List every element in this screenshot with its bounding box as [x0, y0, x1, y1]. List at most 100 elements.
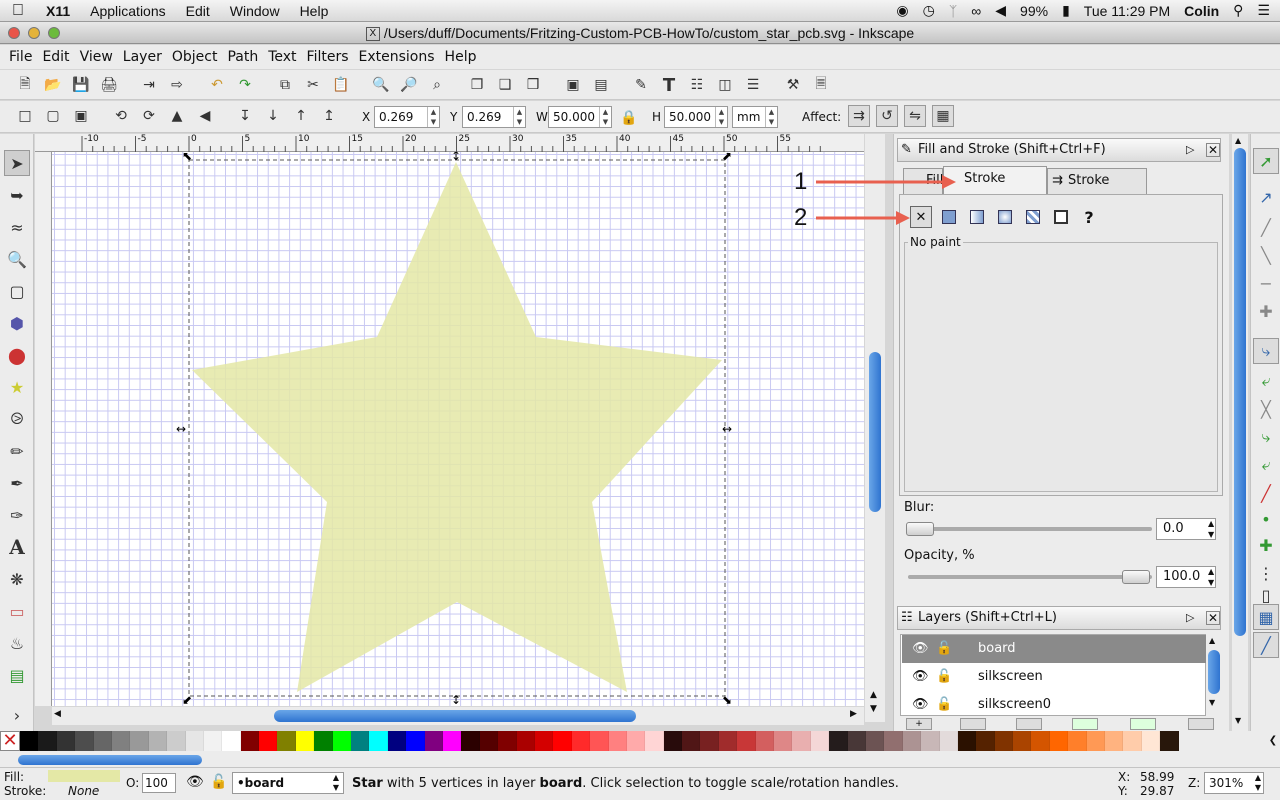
swatch-button[interactable] [1050, 206, 1072, 228]
snap-nodes-icon[interactable]: ⤷ [1253, 338, 1279, 364]
palette-swatch[interactable] [1086, 731, 1106, 751]
raise-layer-button[interactable] [1016, 718, 1042, 730]
palette-scrollbar[interactable] [0, 753, 1280, 767]
apple-icon[interactable]:  [0, 2, 36, 20]
sync-icon[interactable]: ∞ [971, 3, 981, 19]
palette-swatch[interactable] [203, 731, 223, 751]
opacity-slider-track[interactable] [908, 575, 1152, 579]
handle-top-left[interactable]: ⬉ [182, 152, 192, 163]
unit-dropdown-arrows[interactable]: ▲ ▼ [765, 107, 777, 127]
flip-horizontal-icon[interactable]: ▲ [166, 105, 188, 127]
opacity-spin-arrows[interactable]: ▲ ▼ [1208, 566, 1214, 588]
layer-row-board[interactable]: 👁 🔓 board [902, 635, 1206, 663]
visibility-eye-icon[interactable]: 👁 [912, 691, 929, 715]
menu-layer[interactable]: Layer [118, 49, 167, 65]
ungroup-icon[interactable]: ▤ [590, 74, 612, 96]
blur-slider-track[interactable] [908, 527, 1152, 531]
duplicate-icon[interactable]: ❐ [466, 74, 488, 96]
palette-menu-icon[interactable]: ❮ [1266, 731, 1280, 753]
snap-bbox-midpoints-icon[interactable]: − [1253, 270, 1279, 296]
raise-icon[interactable]: ↑ [290, 105, 312, 127]
snap-cusp-nodes-icon[interactable]: ⤷ [1253, 424, 1279, 450]
tweak-tool-icon[interactable]: ≈ [4, 214, 30, 240]
mac-menu-window[interactable]: Window [220, 3, 290, 19]
menu-help[interactable]: Help [440, 49, 482, 65]
layer-row-silkscreen0[interactable]: 👁 🔓 silkscreen0 [902, 691, 1206, 715]
palette-swatch[interactable] [111, 731, 131, 751]
mac-menu-help[interactable]: Help [290, 3, 339, 19]
remove-layer-button[interactable] [1188, 718, 1214, 730]
mac-menu-edit[interactable]: Edit [176, 3, 220, 19]
snap-paths-icon[interactable]: ⤶ [1253, 368, 1279, 394]
snap-bbox-edges-icon[interactable]: ╱ [1253, 214, 1279, 240]
hscroll-right-arrow[interactable]: ▶ [850, 709, 857, 719]
snap-bbox-centers-icon[interactable]: ✚ [1253, 298, 1279, 324]
xml-editor-icon[interactable]: ◫ [714, 74, 736, 96]
menu-file[interactable]: File [4, 49, 37, 65]
new-document-icon[interactable]: 🗎 [14, 74, 36, 96]
layers-scroll-up[interactable]: ▲ [1209, 636, 1215, 645]
lower-to-bottom-icon[interactable]: ↧ [234, 105, 256, 127]
lower-icon[interactable]: ↓ [262, 105, 284, 127]
visibility-toggle-icon[interactable]: 👁 [186, 774, 204, 790]
dock-scroll-down[interactable]: ▼ [1235, 716, 1241, 725]
snap-enable-icon[interactable]: ➚ [1253, 148, 1279, 174]
rectangle-tool-icon[interactable]: ▢ [4, 278, 30, 304]
blur-field[interactable]: 0.0 [1156, 518, 1216, 540]
palette-swatch[interactable] [20, 731, 39, 751]
canvas-horizontal-scrollbar[interactable]: ◀ ▶ [52, 707, 864, 725]
handle-bottom[interactable]: ↕ [451, 693, 461, 706]
toolbox-more-icon[interactable]: › [4, 702, 30, 728]
affect-rounded-corners-icon[interactable]: ↺ [876, 105, 898, 127]
palette-swatch[interactable] [295, 731, 315, 751]
clock[interactable]: Tue 11:29 PM [1084, 3, 1170, 19]
handle-top-right[interactable]: ⬈ [722, 152, 732, 163]
current-layer-select[interactable]: •board ▲ ▼ [232, 772, 344, 794]
fill-stroke-panel-header[interactable]: ✎ Fill and Stroke (Shift+Ctrl+F) ▷ ✕ [897, 138, 1221, 162]
palette-swatch[interactable] [755, 731, 775, 751]
handle-left[interactable]: ↔ [176, 422, 186, 436]
tab-stroke-style[interactable]: ⇉Stroke style [1047, 168, 1147, 212]
zoom-field[interactable]: 301% ▲ ▼ [1204, 772, 1264, 794]
palette-swatch[interactable] [718, 731, 738, 751]
zoom-selection-icon[interactable]: 🔍 [370, 74, 392, 96]
save-icon[interactable]: 💾 [70, 74, 92, 96]
opacity-slider-thumb[interactable] [1122, 570, 1150, 584]
palette-swatch[interactable] [792, 731, 811, 751]
palette-swatch[interactable] [774, 731, 793, 751]
3d-box-tool-icon[interactable]: ⬢ [4, 310, 30, 336]
clone-icon[interactable]: ❑ [494, 74, 516, 96]
y-spin-arrows[interactable]: ▲ ▼ [513, 107, 525, 127]
visibility-eye-icon[interactable]: 👁 [912, 663, 929, 691]
preferences-icon[interactable]: ⚒ [782, 74, 804, 96]
document-properties-icon[interactable]: 🗏 [810, 74, 832, 96]
palette-swatch[interactable] [571, 731, 591, 751]
layer-name[interactable]: silkscreen [978, 663, 1043, 691]
selector-tool-icon[interactable]: ➤ [4, 150, 30, 176]
palette-swatch[interactable] [1105, 731, 1124, 751]
dock-scrollbar[interactable]: ▲ ▼ [1232, 134, 1248, 732]
handle-bottom-right[interactable]: ⬊ [722, 693, 732, 706]
paint-bucket-tool-icon[interactable]: ♨ [4, 630, 30, 656]
snap-smooth-nodes-icon[interactable]: ⤶ [1253, 452, 1279, 478]
palette-swatch[interactable] [902, 731, 922, 751]
spiral-tool-icon[interactable]: ⧁ [4, 406, 30, 432]
palette-swatch[interactable] [682, 731, 701, 751]
palette-swatch[interactable] [75, 731, 94, 751]
palette-swatch[interactable] [590, 731, 609, 751]
vscroll-down-arrow[interactable]: ▼ [870, 704, 877, 714]
deselect-icon[interactable]: ▣ [70, 105, 92, 127]
raise-to-top-icon[interactable]: ↥ [318, 105, 340, 127]
lock-icon[interactable]: 🔓 [936, 691, 952, 715]
lower-layer-bottom-button[interactable] [1130, 718, 1156, 730]
snap-path-intersections-icon[interactable]: ╳ [1253, 396, 1279, 422]
palette-swatch[interactable] [884, 731, 903, 751]
palette-swatch[interactable] [553, 731, 572, 751]
status-opacity-field[interactable]: 100 [142, 773, 176, 793]
close-window-button[interactable] [8, 27, 20, 39]
lock-icon[interactable]: 🔓 [936, 635, 952, 663]
spotlight-icon[interactable]: ⚲ [1233, 2, 1243, 19]
palette-swatch[interactable] [369, 731, 388, 751]
time-machine-icon[interactable]: ◷ [923, 2, 935, 19]
star-shape[interactable] [192, 162, 722, 692]
